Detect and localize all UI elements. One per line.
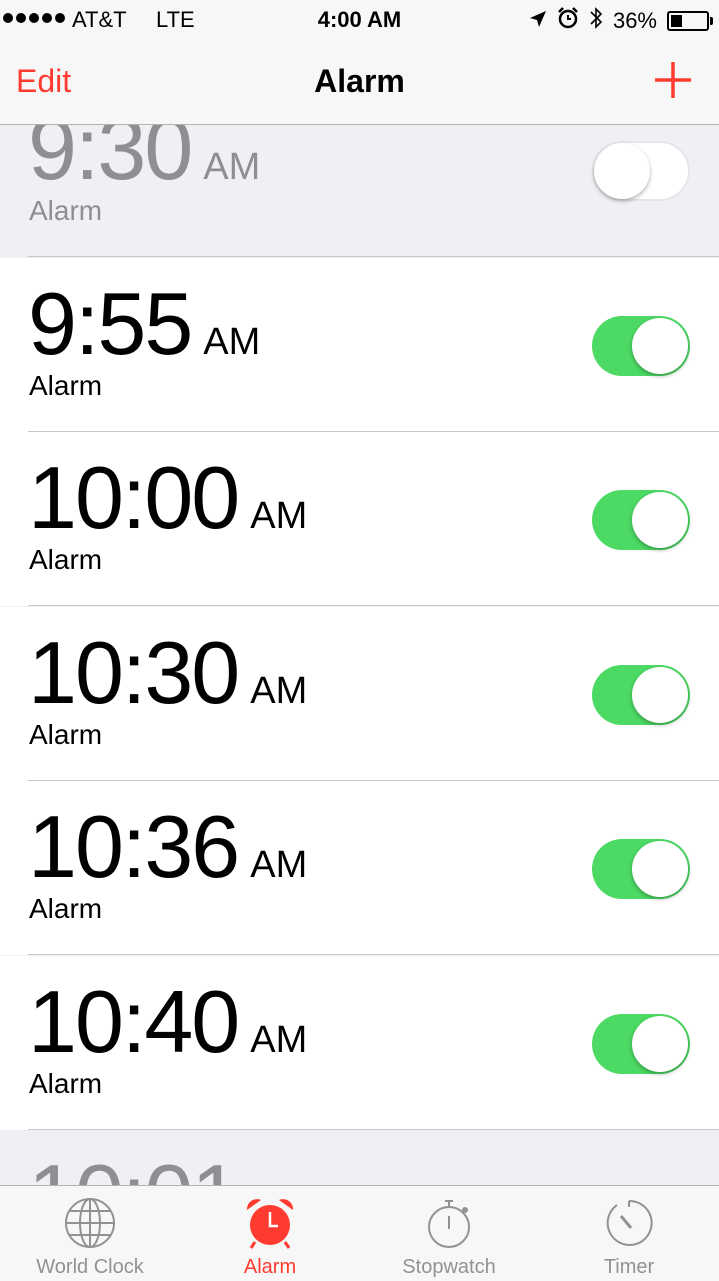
timer-icon	[606, 1199, 653, 1246]
alarm-toggle[interactable]	[592, 315, 690, 376]
bluetooth-icon	[589, 6, 603, 36]
battery-percent: 36%	[612, 8, 657, 33]
tab-label: Alarm	[243, 1256, 297, 1278]
alarm-toggle[interactable]	[592, 141, 690, 201]
alarm-time: 9:55	[28, 273, 193, 373]
alarm-time-group: 10:40 AM	[28, 971, 308, 1071]
tab-label: Timer	[603, 1256, 655, 1278]
alarm-label: Alarm	[29, 1067, 103, 1099]
toggle-knob	[632, 666, 688, 723]
tab-world-clock[interactable]: World Clock	[0, 1186, 180, 1281]
alarm-time: 10:00	[28, 448, 240, 547]
globe-icon	[65, 1198, 115, 1248]
alarm-label: Alarm	[29, 544, 103, 575]
stopwatch-icon	[428, 1200, 470, 1248]
alarm-list[interactable]: 9:30 AM Alarm 9:55 AM Alarm 10:00 AM Alarm 10:30 A…	[0, 125, 719, 1185]
tab-alarm[interactable]: Alarm	[180, 1186, 360, 1281]
alarm-ampm: AM	[250, 1018, 308, 1061]
status-bar: AT&T LTE 4:00 AM 36%	[0, 0, 719, 40]
alarm-time-group: 9:55 AM	[28, 273, 261, 373]
alarm-ampm: AM	[203, 320, 261, 363]
navigation-bar: Edit Alarm	[0, 40, 719, 125]
toggle-knob	[632, 492, 688, 548]
tab-stopwatch[interactable]: Stopwatch	[359, 1186, 539, 1281]
alarm-label: Alarm	[29, 369, 103, 401]
alarm-row[interactable]: 10:36 AM Alarm	[0, 781, 719, 955]
alarm-clock-icon	[557, 7, 579, 35]
alarm-clock-icon	[246, 1199, 294, 1249]
alarm-time-group: 10:30 AM	[28, 622, 308, 722]
tab-bar: World Clock Alarm Stopwatch Timer	[0, 1185, 719, 1281]
alarm-ampm: AM	[250, 669, 308, 712]
alarm-time-group: 9:30 AM	[28, 125, 260, 193]
status-icons: 36%	[529, 6, 713, 36]
alarm-time-group: 10:00 AM	[28, 454, 307, 542]
toggle-knob	[594, 143, 650, 199]
alarm-row[interactable]: 10:00 AM Alarm	[0, 432, 719, 606]
alarm-time-group: 10:01AM	[28, 1152, 307, 1186]
toggle-knob	[632, 841, 688, 897]
alarm-toggle[interactable]	[592, 490, 690, 550]
alarm-time: 10:36	[28, 797, 240, 896]
page-title: Alarm	[314, 63, 405, 99]
alarm-time: 10:30	[28, 622, 240, 722]
tab-label: World Clock	[36, 1256, 144, 1278]
alarm-time: 10:40	[28, 971, 240, 1071]
alarm-time-group: 10:36 AM	[28, 803, 307, 891]
alarm-ampm: AM	[203, 146, 261, 188]
battery-icon	[667, 11, 713, 31]
alarm-row[interactable]: 9:55 AM Alarm	[0, 257, 719, 432]
tab-timer[interactable]: Timer	[539, 1186, 719, 1281]
plus-icon[interactable]	[653, 60, 693, 100]
alarm-ampm: AM	[250, 495, 308, 537]
toggle-knob	[632, 317, 688, 374]
alarm-row[interactable]: 10:40 AM Alarm	[0, 955, 719, 1130]
battery-fill	[671, 15, 682, 27]
location-arrow-icon	[529, 8, 547, 34]
alarm-label: Alarm	[29, 195, 103, 226]
alarm-toggle[interactable]	[592, 839, 690, 899]
alarm-row[interactable]: 9:30 AM Alarm	[0, 125, 719, 257]
alarm-row[interactable]: 10:01AMAlarm	[0, 1130, 719, 1185]
alarm-toggle[interactable]	[592, 1013, 690, 1074]
alarm-toggle[interactable]	[592, 664, 690, 725]
toggle-knob	[632, 1015, 688, 1072]
tab-label: Stopwatch	[402, 1256, 496, 1278]
alarm-label: Alarm	[29, 718, 103, 750]
alarm-time: 10:01	[28, 1152, 240, 1186]
alarm-row[interactable]: 10:30 AM Alarm	[0, 606, 719, 781]
alarm-ampm: AM	[250, 844, 308, 886]
alarm-time: 9:30	[28, 125, 193, 198]
alarm-label: Alarm	[29, 893, 103, 924]
